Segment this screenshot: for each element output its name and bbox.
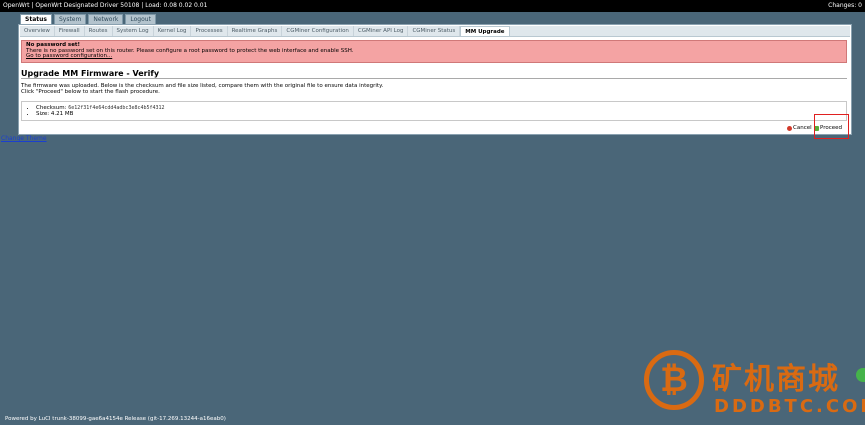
proceed-highlight-box bbox=[814, 114, 849, 139]
tab-firewall[interactable]: Firewall bbox=[55, 26, 85, 36]
content-panel: Overview Firewall Routes System Log Kern… bbox=[18, 24, 852, 135]
tab-cgminer-api-log[interactable]: CGMiner API Log bbox=[354, 26, 409, 36]
tab-logout[interactable]: Logout bbox=[125, 14, 156, 24]
size-item: Size: 4.21 MB bbox=[36, 111, 832, 117]
no-password-alert: No password set! There is no password se… bbox=[21, 40, 847, 63]
tab-cgminer-configuration[interactable]: CGMiner Configuration bbox=[282, 26, 354, 36]
watermark-en-text: DDDBTC.COM bbox=[714, 396, 865, 417]
change-theme-link[interactable]: Change Theme bbox=[1, 135, 47, 142]
tab-kernel-log[interactable]: Kernel Log bbox=[154, 26, 192, 36]
top-bar: OpenWrt | OpenWrt Designated Driver 5010… bbox=[0, 0, 865, 12]
tab-system-log[interactable]: System Log bbox=[113, 26, 154, 36]
cancel-label: Cancel bbox=[793, 125, 812, 131]
size-value: 4.21 MB bbox=[50, 111, 74, 117]
watermark-logo: ₿ 矿机商城 DDDBTC.COM bbox=[636, 344, 865, 425]
firmware-info-box: Checksum: 6e12f31f4e64cdd4adbc3e8c4b5f43… bbox=[21, 101, 847, 121]
cancel-icon bbox=[787, 126, 792, 131]
main-tabs: Status System Network Logout bbox=[20, 14, 156, 24]
tab-network[interactable]: Network bbox=[88, 14, 124, 24]
watermark-cn-text: 矿机商城 bbox=[712, 362, 840, 397]
alert-message: There is no password set on this router.… bbox=[26, 47, 354, 54]
status-title: OpenWrt | OpenWrt Designated Driver 5010… bbox=[3, 2, 208, 9]
footer: Powered by LuCI trunk-38099-gae6a4154e R… bbox=[5, 416, 226, 422]
size-label: Size: bbox=[36, 111, 50, 117]
page-title: Upgrade MM Firmware - Verify bbox=[21, 69, 847, 79]
tab-processes[interactable]: Processes bbox=[191, 26, 228, 36]
tab-overview[interactable]: Overview bbox=[20, 26, 55, 36]
tab-mm-upgrade[interactable]: MM Upgrade bbox=[460, 26, 510, 36]
sub-tabs: Overview Firewall Routes System Log Kern… bbox=[20, 26, 850, 37]
password-config-link[interactable]: Go to password configuration... bbox=[26, 53, 112, 59]
tab-system[interactable]: System bbox=[53, 14, 87, 24]
tab-routes[interactable]: Routes bbox=[85, 26, 113, 36]
tab-status[interactable]: Status bbox=[20, 14, 52, 24]
bitcoin-b-icon: ₿ bbox=[660, 360, 688, 400]
tab-realtime-graphs[interactable]: Realtime Graphs bbox=[228, 26, 283, 36]
description-line-2: Click "Proceed" below to start the flash… bbox=[21, 89, 160, 95]
checksum-value: 6e12f31f4e64cdd4adbc3e8c4b5f4312 bbox=[68, 105, 165, 111]
changes-counter[interactable]: Changes: 0 bbox=[828, 0, 862, 12]
cancel-button[interactable]: Cancel bbox=[787, 125, 812, 132]
tab-cgminer-status[interactable]: CGMiner Status bbox=[408, 26, 461, 36]
page-description: The firmware was uploaded. Below is the … bbox=[21, 83, 847, 95]
watermark-green-icon bbox=[856, 368, 865, 382]
